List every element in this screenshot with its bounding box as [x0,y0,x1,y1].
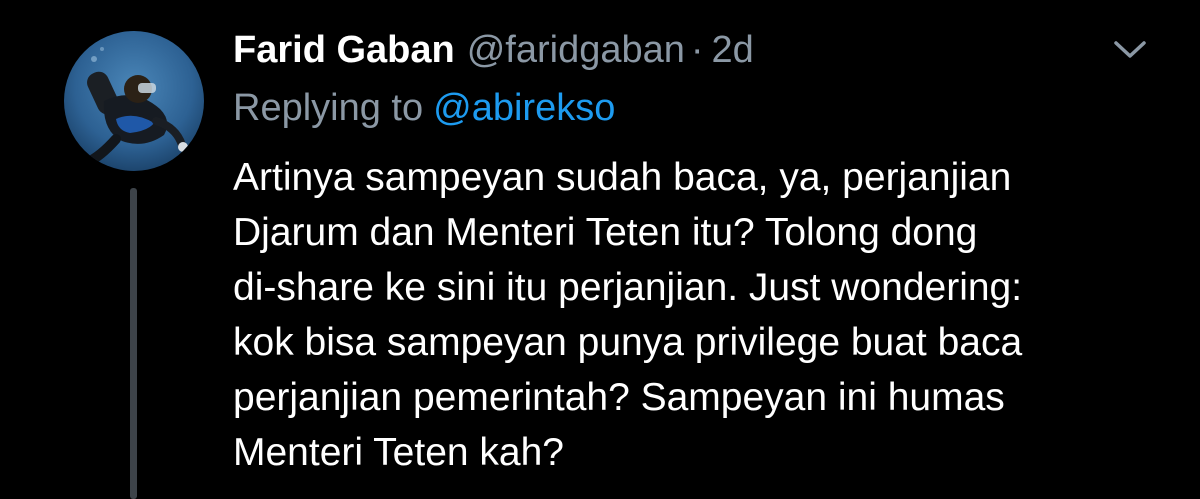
reply-mention-link[interactable]: @abirekso [433,87,615,129]
chevron-down-icon[interactable] [1112,34,1148,64]
tweet-body: Artinya sampeyan sudah baca, ya, perjanj… [233,150,1163,480]
avatar-scuba-diver-image [64,31,204,171]
reply-context: Replying to @abirekso [233,84,615,132]
reply-prefix-label: Replying to [233,87,424,129]
tweet-body-line: kok bisa sampeyan punya privilege buat b… [233,321,1023,364]
tweet-card[interactable]: Farid Gaban @faridgaban · 2d Replying to… [0,0,1200,499]
author-handle[interactable]: @faridgaban [467,26,685,74]
tweet-header: Farid Gaban @faridgaban · 2d [233,26,754,74]
thread-connector-line [130,188,137,499]
tweet-timestamp[interactable]: 2d [712,26,754,74]
tweet-body-line: di-share ke sini itu perjanjian. Just wo… [233,266,1023,309]
tweet-body-line: Artinya sampeyan sudah baca, ya, perjanj… [233,156,1012,199]
author-name[interactable]: Farid Gaban [233,26,455,74]
tweet-body-line: perjanjian pemerintah? Sampeyan ini huma… [233,376,1005,419]
avatar[interactable] [64,31,204,171]
header-separator: · [690,29,704,71]
tweet-body-line: Menteri Teten kah? [233,431,564,474]
tweet-body-line: Djarum dan Menteri Teten itu? Tolong don… [233,211,978,254]
